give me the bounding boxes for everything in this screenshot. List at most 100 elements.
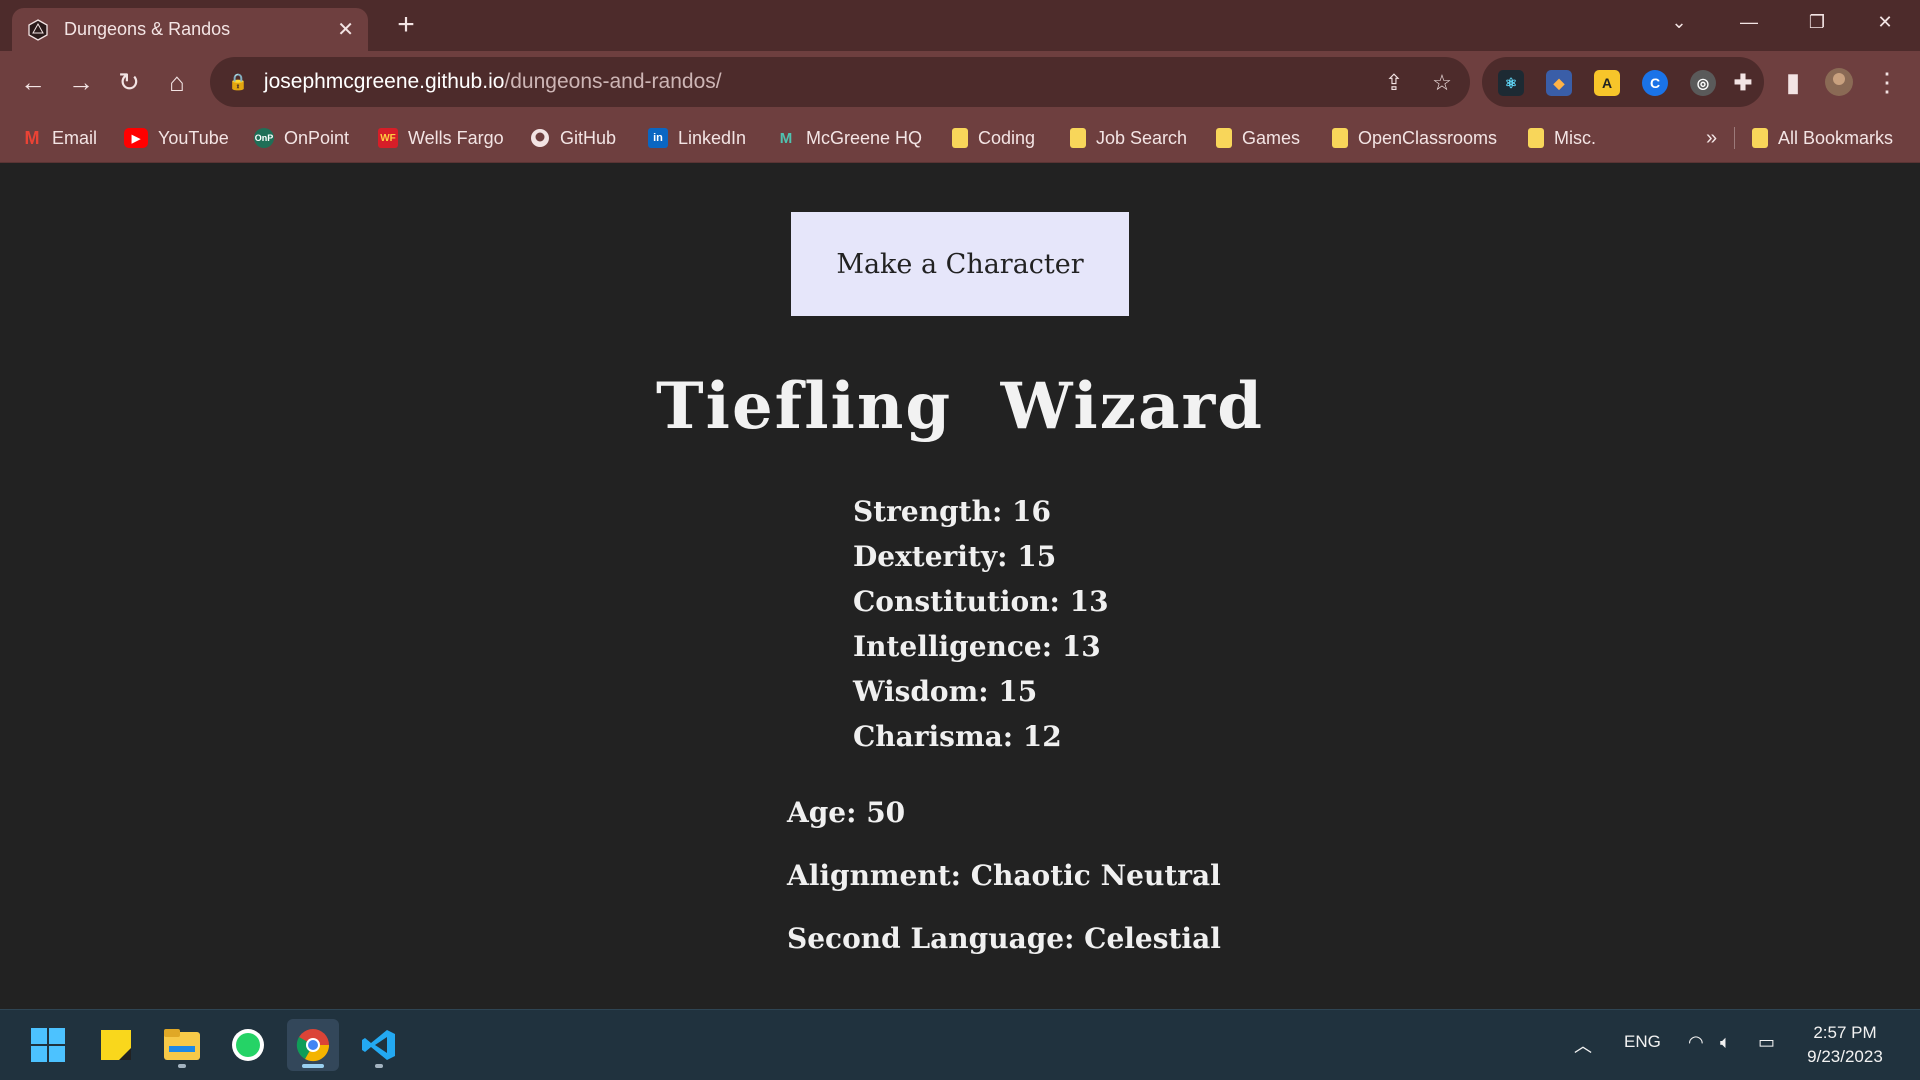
extension-target-icon[interactable]: ◎ <box>1690 70 1716 96</box>
mcgreene-icon: M <box>779 129 793 147</box>
share-icon[interactable]: ⇪ <box>1380 70 1408 98</box>
tab-strip: Dungeons & Randos ✕ + ⌄ — ❐ ✕ <box>0 0 1920 51</box>
character-title: Tiefling Wizard <box>656 369 1264 444</box>
minimize-icon[interactable]: — <box>1718 0 1780 44</box>
bookmarks-bar: M Email ▶ YouTube OnP OnPoint WF Wells F… <box>0 113 1920 163</box>
bookmark-linkedin[interactable]: in LinkedIn <box>648 125 746 151</box>
folder-icon <box>1332 128 1348 148</box>
character-age: Age: 50 <box>787 796 906 829</box>
bookmarks-overflow-icon[interactable]: » <box>1706 125 1717 151</box>
wells-fargo-icon: WF <box>378 128 398 148</box>
back-icon[interactable]: ← <box>16 65 50 99</box>
wifi-icon[interactable]: ◠ <box>1688 1032 1704 1053</box>
onpoint-icon: OnP <box>254 128 274 148</box>
bookmark-github[interactable]: GitHub <box>530 125 616 151</box>
bookmark-onpoint[interactable]: OnP OnPoint <box>254 125 349 151</box>
github-icon <box>530 128 550 148</box>
stat-charisma: Charisma: 12 <box>853 720 1062 753</box>
bookmark-label: McGreene HQ <box>806 127 923 148</box>
url-host: josephmcgreene.github.io <box>263 70 505 93</box>
bookmark-folder-coding[interactable]: Coding <box>952 125 1035 151</box>
bookmark-label: Misc. <box>1554 127 1596 148</box>
restore-icon[interactable]: ❐ <box>1786 0 1848 44</box>
stat-constitution: Constitution: 13 <box>853 585 1109 618</box>
chrome-taskbar-icon[interactable] <box>287 1019 339 1071</box>
page-content: Make a Character Tiefling Wizard Strengt… <box>0 164 1920 1009</box>
stat-strength: Strength: 16 <box>853 495 1051 528</box>
react-devtools-icon[interactable]: ⚛ <box>1498 70 1524 96</box>
character-language: Second Language: Celestial <box>787 922 1221 955</box>
running-indicator <box>375 1064 383 1068</box>
stat-dexterity: Dexterity: 15 <box>853 540 1057 573</box>
bookmark-folder-job-search[interactable]: Job Search <box>1070 125 1187 151</box>
bookmark-folder-misc[interactable]: Misc. <box>1528 125 1596 151</box>
browser-tab[interactable]: Dungeons & Randos ✕ <box>12 8 368 51</box>
stat-intelligence: Intelligence: 13 <box>853 630 1101 663</box>
folder-icon <box>1070 128 1086 148</box>
profile-avatar[interactable] <box>1822 65 1856 99</box>
extension-shield-icon[interactable]: ◆ <box>1546 70 1572 96</box>
windows-taskbar: ︿ ENG ◠ 🔈︎ ▭ 2:57 PM 9/23/2023 <box>0 1009 1920 1080</box>
bookmark-label: Job Search <box>1096 127 1188 148</box>
new-tab-icon[interactable]: + <box>390 10 422 42</box>
ability-scores-list: Strength: 16 Dexterity: 15 Constitution:… <box>853 489 1109 759</box>
volume-icon[interactable]: 🔈︎ <box>1720 1032 1731 1053</box>
bookmark-all-bookmarks[interactable]: All Bookmarks <box>1752 125 1893 151</box>
browser-toolbar: ← → ↻ ⌂ 🔒 josephmcgreene.github.io/dunge… <box>0 51 1920 113</box>
bookmark-youtube[interactable]: ▶ YouTube <box>124 125 229 151</box>
bookmark-label: GitHub <box>560 127 617 148</box>
lock-icon[interactable]: 🔒 <box>228 72 248 92</box>
folder-icon <box>1216 128 1232 148</box>
tray-overflow-icon[interactable]: ︿ <box>1574 1032 1592 1058</box>
bookmark-label: LinkedIn <box>678 127 747 148</box>
battery-icon[interactable]: ▭ <box>1758 1032 1775 1053</box>
bookmark-star-icon[interactable]: ☆ <box>1428 70 1456 98</box>
clock-date: 9/23/2023 <box>1807 1047 1883 1066</box>
chrome-menu-icon[interactable]: ⋮ <box>1870 65 1904 99</box>
bookmark-label: Coding <box>978 127 1036 148</box>
active-indicator <box>302 1064 324 1068</box>
bookmarks-divider <box>1734 127 1735 149</box>
bookmark-label: OpenClassrooms <box>1358 127 1498 148</box>
folder-icon <box>1752 128 1768 148</box>
tab-title: Dungeons & Randos <box>64 19 231 39</box>
bookmark-label: YouTube <box>158 127 229 148</box>
bookmark-label: Games <box>1242 127 1301 148</box>
whatsapp-icon[interactable] <box>222 1019 274 1071</box>
stat-wisdom: Wisdom: 15 <box>853 675 1038 708</box>
home-icon[interactable]: ⌂ <box>160 65 194 99</box>
bookmark-wells-fargo[interactable]: WF Wells Fargo <box>378 125 504 151</box>
character-alignment: Alignment: Chaotic Neutral <box>787 859 1221 892</box>
extension-c-icon[interactable]: C <box>1642 70 1668 96</box>
side-panel-icon[interactable]: ▮ <box>1776 65 1810 99</box>
extensions-puzzle-icon[interactable]: ✚ <box>1730 70 1756 96</box>
system-clock[interactable]: 2:57 PM 9/23/2023 <box>1780 1021 1910 1069</box>
clock-time: 2:57 PM <box>1813 1023 1877 1042</box>
tab-close-icon[interactable]: ✕ <box>337 17 354 42</box>
bookmark-label: All Bookmarks <box>1778 127 1894 148</box>
make-character-button[interactable]: Make a Character <box>791 212 1129 316</box>
vscode-icon[interactable] <box>353 1019 405 1071</box>
tab-search-icon[interactable]: ⌄ <box>1648 0 1710 44</box>
close-window-icon[interactable]: ✕ <box>1854 0 1916 44</box>
gmail-icon: M <box>24 127 40 148</box>
bookmark-folder-games[interactable]: Games <box>1216 125 1300 151</box>
bookmark-mcgreene-hq[interactable]: M McGreene HQ <box>776 125 922 151</box>
forward-icon[interactable]: → <box>64 65 98 99</box>
address-bar[interactable]: 🔒 josephmcgreene.github.io/dungeons-and-… <box>210 57 1470 107</box>
windows-start-icon[interactable] <box>22 1019 74 1071</box>
file-explorer-icon[interactable] <box>156 1019 208 1071</box>
extension-a-icon[interactable]: A <box>1594 70 1620 96</box>
url-path: /dungeons-and-randos/ <box>504 70 722 93</box>
bookmark-email[interactable]: M Email <box>22 125 98 151</box>
input-language[interactable]: ENG <box>1624 1032 1661 1052</box>
running-indicator <box>178 1064 186 1068</box>
sticky-notes-icon[interactable] <box>90 1019 142 1071</box>
extensions-area: ⚛ ◆ A C ◎ ✚ <box>1482 57 1764 107</box>
youtube-icon: ▶ <box>124 128 148 148</box>
reload-icon[interactable]: ↻ <box>112 65 146 99</box>
bookmark-label: Email <box>52 127 98 148</box>
linkedin-icon: in <box>648 128 668 148</box>
bookmark-folder-openclassrooms[interactable]: OpenClassrooms <box>1332 125 1497 151</box>
folder-icon <box>1528 128 1544 148</box>
